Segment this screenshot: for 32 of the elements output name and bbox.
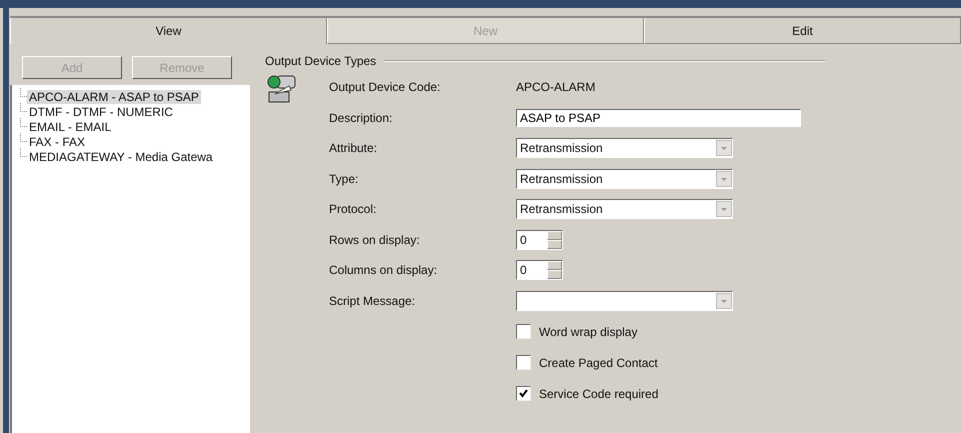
spin-field[interactable]: 0 <box>516 230 563 250</box>
tree-item[interactable]: FAX - FAX <box>27 134 88 148</box>
tab[interactable]: Edit <box>644 18 961 44</box>
checkbox[interactable] <box>516 324 531 339</box>
dropdown[interactable]: Retransmission <box>516 168 733 189</box>
tab[interactable]: View <box>10 18 327 44</box>
field-label: Attribute: <box>329 141 378 156</box>
tree-item[interactable]: APCO-ALARM - ASAP to PSAP <box>27 90 201 104</box>
checkbox[interactable] <box>516 386 531 401</box>
field-value: APCO-ALARM <box>516 80 596 94</box>
field-label: Script Message: <box>329 294 416 308</box>
checkbox[interactable] <box>516 355 531 370</box>
spin-field[interactable]: 0 <box>516 260 563 280</box>
field-label: Type: <box>329 172 360 186</box>
checkbox-label: Create Paged Contact <box>539 356 658 370</box>
spinner-arrows-icon[interactable] <box>547 261 562 280</box>
checkbox-label: Service Code required <box>539 386 658 400</box>
spinner-arrows-icon[interactable] <box>547 230 562 249</box>
tree-item[interactable]: MEDIAGATEWAY - Media Gatewa <box>27 150 215 164</box>
dropdown[interactable]: Retransmission <box>516 199 733 220</box>
field-label: Protocol: <box>329 202 378 216</box>
field-label: Description: <box>329 110 394 125</box>
dropdown[interactable] <box>516 290 733 311</box>
checkbox-label: Word wrap display <box>539 324 638 338</box>
input-field[interactable]: ASAP to PSAP <box>516 108 801 127</box>
field-label: Columns on display: <box>329 263 438 278</box>
tree-item[interactable]: DTMF - DTMF - NUMERIC <box>27 104 175 118</box>
field-label: Output Device Code: <box>329 80 442 94</box>
dropdown[interactable]: Retransmission <box>516 138 733 158</box>
field-label: Rows on display: <box>329 232 421 247</box>
group-title: Output Device Types <box>265 54 376 68</box>
tree-item[interactable]: EMAIL - EMAIL <box>27 120 114 134</box>
